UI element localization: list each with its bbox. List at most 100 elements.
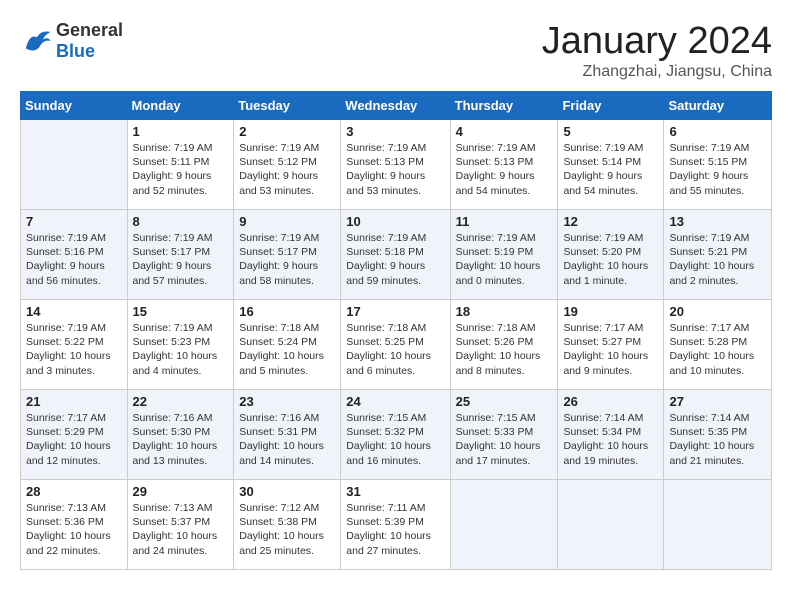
- calendar-table: SundayMondayTuesdayWednesdayThursdayFrid…: [20, 91, 772, 570]
- day-number: 18: [456, 304, 553, 319]
- day-info: Sunrise: 7:18 AM Sunset: 5:24 PM Dayligh…: [239, 321, 335, 378]
- day-info: Sunrise: 7:17 AM Sunset: 5:27 PM Dayligh…: [563, 321, 658, 378]
- weekday-header: Sunday: [21, 92, 128, 120]
- calendar-cell: 15 Sunrise: 7:19 AM Sunset: 5:23 PM Dayli…: [127, 300, 234, 390]
- day-number: 23: [239, 394, 335, 409]
- day-info: Sunrise: 7:19 AM Sunset: 5:11 PM Dayligh…: [133, 141, 229, 198]
- day-number: 26: [563, 394, 658, 409]
- calendar-cell: 26Sunrise: 7:14 AM Sunset: 5:34 PM Dayli…: [558, 390, 664, 480]
- weekday-header: Tuesday: [234, 92, 341, 120]
- calendar-cell: 14 Sunrise: 7:19 AM Sunset: 5:22 PM Dayli…: [21, 300, 128, 390]
- calendar-week-row: 7Sunrise: 7:19 AM Sunset: 5:16 PM Daylig…: [21, 210, 772, 300]
- calendar-cell: 22 Sunrise: 7:16 AM Sunset: 5:30 PM Dayli…: [127, 390, 234, 480]
- logo-general: General: [56, 20, 123, 41]
- calendar-week-row: 14 Sunrise: 7:19 AM Sunset: 5:22 PM Dayli…: [21, 300, 772, 390]
- calendar-subtitle: Zhangzhai, Jiangsu, China: [542, 63, 772, 81]
- weekday-header: Saturday: [664, 92, 772, 120]
- calendar-cell: 3 Sunrise: 7:19 AM Sunset: 5:13 PM Daylig…: [341, 120, 450, 210]
- day-number: 22: [133, 394, 229, 409]
- calendar-cell: 13 Sunrise: 7:19 AM Sunset: 5:21 PM Dayli…: [664, 210, 772, 300]
- day-info: Sunrise: 7:19 AM Sunset: 5:12 PM Dayligh…: [239, 141, 335, 198]
- day-number: 21: [26, 394, 122, 409]
- day-number: 16: [239, 304, 335, 319]
- calendar-cell: 1Sunrise: 7:19 AM Sunset: 5:11 PM Daylig…: [127, 120, 234, 210]
- day-info: Sunrise: 7:19 AM Sunset: 5:17 PM Dayligh…: [133, 231, 229, 288]
- day-number: 2: [239, 124, 335, 139]
- weekday-header: Friday: [558, 92, 664, 120]
- day-info: Sunrise: 7:13 AM Sunset: 5:36 PM Dayligh…: [26, 501, 122, 558]
- page-header: General Blue January 2024 Zhangzhai, Jia…: [20, 20, 772, 81]
- day-number: 29: [133, 484, 229, 499]
- calendar-cell: 21 Sunrise: 7:17 AM Sunset: 5:29 PM Dayli…: [21, 390, 128, 480]
- day-info: Sunrise: 7:19 AM Sunset: 5:21 PM Dayligh…: [669, 231, 766, 288]
- logo-blue: Blue: [56, 41, 123, 62]
- calendar-cell: 9 Sunrise: 7:19 AM Sunset: 5:17 PM Daylig…: [234, 210, 341, 300]
- calendar-cell: 7Sunrise: 7:19 AM Sunset: 5:16 PM Daylig…: [21, 210, 128, 300]
- day-info: Sunrise: 7:18 AM Sunset: 5:26 PM Dayligh…: [456, 321, 553, 378]
- day-number: 27: [669, 394, 766, 409]
- calendar-cell: 16 Sunrise: 7:18 AM Sunset: 5:24 PM Dayli…: [234, 300, 341, 390]
- calendar-cell: 31Sunrise: 7:11 AM Sunset: 5:39 PM Dayli…: [341, 480, 450, 570]
- day-number: 15: [133, 304, 229, 319]
- calendar-week-row: 1Sunrise: 7:19 AM Sunset: 5:11 PM Daylig…: [21, 120, 772, 210]
- day-info: Sunrise: 7:19 AM Sunset: 5:13 PM Dayligh…: [456, 141, 553, 198]
- day-info: Sunrise: 7:17 AM Sunset: 5:29 PM Dayligh…: [26, 411, 122, 468]
- day-number: 25: [456, 394, 553, 409]
- day-number: 11: [456, 214, 553, 229]
- weekday-header: Thursday: [450, 92, 558, 120]
- weekday-header: Monday: [127, 92, 234, 120]
- calendar-cell: 6 Sunrise: 7:19 AM Sunset: 5:15 PM Daylig…: [664, 120, 772, 210]
- day-info: Sunrise: 7:19 AM Sunset: 5:19 PM Dayligh…: [456, 231, 553, 288]
- calendar-cell: 12 Sunrise: 7:19 AM Sunset: 5:20 PM Dayli…: [558, 210, 664, 300]
- day-info: Sunrise: 7:19 AM Sunset: 5:13 PM Dayligh…: [346, 141, 444, 198]
- calendar-week-row: 28Sunrise: 7:13 AM Sunset: 5:36 PM Dayli…: [21, 480, 772, 570]
- calendar-cell: 18 Sunrise: 7:18 AM Sunset: 5:26 PM Dayli…: [450, 300, 558, 390]
- calendar-cell: 10 Sunrise: 7:19 AM Sunset: 5:18 PM Dayli…: [341, 210, 450, 300]
- day-info: Sunrise: 7:16 AM Sunset: 5:30 PM Dayligh…: [133, 411, 229, 468]
- calendar-cell: 2 Sunrise: 7:19 AM Sunset: 5:12 PM Daylig…: [234, 120, 341, 210]
- day-number: 19: [563, 304, 658, 319]
- calendar-week-row: 21 Sunrise: 7:17 AM Sunset: 5:29 PM Dayli…: [21, 390, 772, 480]
- calendar-cell: 8Sunrise: 7:19 AM Sunset: 5:17 PM Daylig…: [127, 210, 234, 300]
- day-info: Sunrise: 7:19 AM Sunset: 5:14 PM Dayligh…: [563, 141, 658, 198]
- calendar-cell: 17Sunrise: 7:18 AM Sunset: 5:25 PM Dayli…: [341, 300, 450, 390]
- day-number: 13: [669, 214, 766, 229]
- title-block: January 2024 Zhangzhai, Jiangsu, China: [542, 20, 772, 81]
- day-number: 10: [346, 214, 444, 229]
- logo: General Blue: [20, 20, 123, 62]
- day-info: Sunrise: 7:19 AM Sunset: 5:20 PM Dayligh…: [563, 231, 658, 288]
- day-number: 6: [669, 124, 766, 139]
- day-info: Sunrise: 7:19 AM Sunset: 5:17 PM Dayligh…: [239, 231, 335, 288]
- day-number: 30: [239, 484, 335, 499]
- day-info: Sunrise: 7:19 AM Sunset: 5:22 PM Dayligh…: [26, 321, 122, 378]
- calendar-cell: [21, 120, 128, 210]
- calendar-cell: 23Sunrise: 7:16 AM Sunset: 5:31 PM Dayli…: [234, 390, 341, 480]
- calendar-cell: 28Sunrise: 7:13 AM Sunset: 5:36 PM Dayli…: [21, 480, 128, 570]
- calendar-cell: 24Sunrise: 7:15 AM Sunset: 5:32 PM Dayli…: [341, 390, 450, 480]
- day-info: Sunrise: 7:14 AM Sunset: 5:35 PM Dayligh…: [669, 411, 766, 468]
- calendar-cell: 29Sunrise: 7:13 AM Sunset: 5:37 PM Dayli…: [127, 480, 234, 570]
- day-info: Sunrise: 7:17 AM Sunset: 5:28 PM Dayligh…: [669, 321, 766, 378]
- day-info: Sunrise: 7:19 AM Sunset: 5:23 PM Dayligh…: [133, 321, 229, 378]
- day-info: Sunrise: 7:19 AM Sunset: 5:15 PM Dayligh…: [669, 141, 766, 198]
- calendar-cell: [558, 480, 664, 570]
- day-info: Sunrise: 7:19 AM Sunset: 5:18 PM Dayligh…: [346, 231, 444, 288]
- day-number: 12: [563, 214, 658, 229]
- calendar-cell: 25 Sunrise: 7:15 AM Sunset: 5:33 PM Dayli…: [450, 390, 558, 480]
- day-number: 20: [669, 304, 766, 319]
- day-number: 17: [346, 304, 444, 319]
- calendar-cell: 4Sunrise: 7:19 AM Sunset: 5:13 PM Daylig…: [450, 120, 558, 210]
- day-number: 31: [346, 484, 444, 499]
- day-number: 14: [26, 304, 122, 319]
- calendar-cell: 27 Sunrise: 7:14 AM Sunset: 5:35 PM Dayli…: [664, 390, 772, 480]
- day-number: 9: [239, 214, 335, 229]
- day-number: 7: [26, 214, 122, 229]
- day-info: Sunrise: 7:15 AM Sunset: 5:33 PM Dayligh…: [456, 411, 553, 468]
- calendar-cell: 20 Sunrise: 7:17 AM Sunset: 5:28 PM Dayli…: [664, 300, 772, 390]
- calendar-cell: 5 Sunrise: 7:19 AM Sunset: 5:14 PM Daylig…: [558, 120, 664, 210]
- calendar-cell: [450, 480, 558, 570]
- day-info: Sunrise: 7:15 AM Sunset: 5:32 PM Dayligh…: [346, 411, 444, 468]
- day-number: 5: [563, 124, 658, 139]
- calendar-cell: 30Sunrise: 7:12 AM Sunset: 5:38 PM Dayli…: [234, 480, 341, 570]
- day-number: 3: [346, 124, 444, 139]
